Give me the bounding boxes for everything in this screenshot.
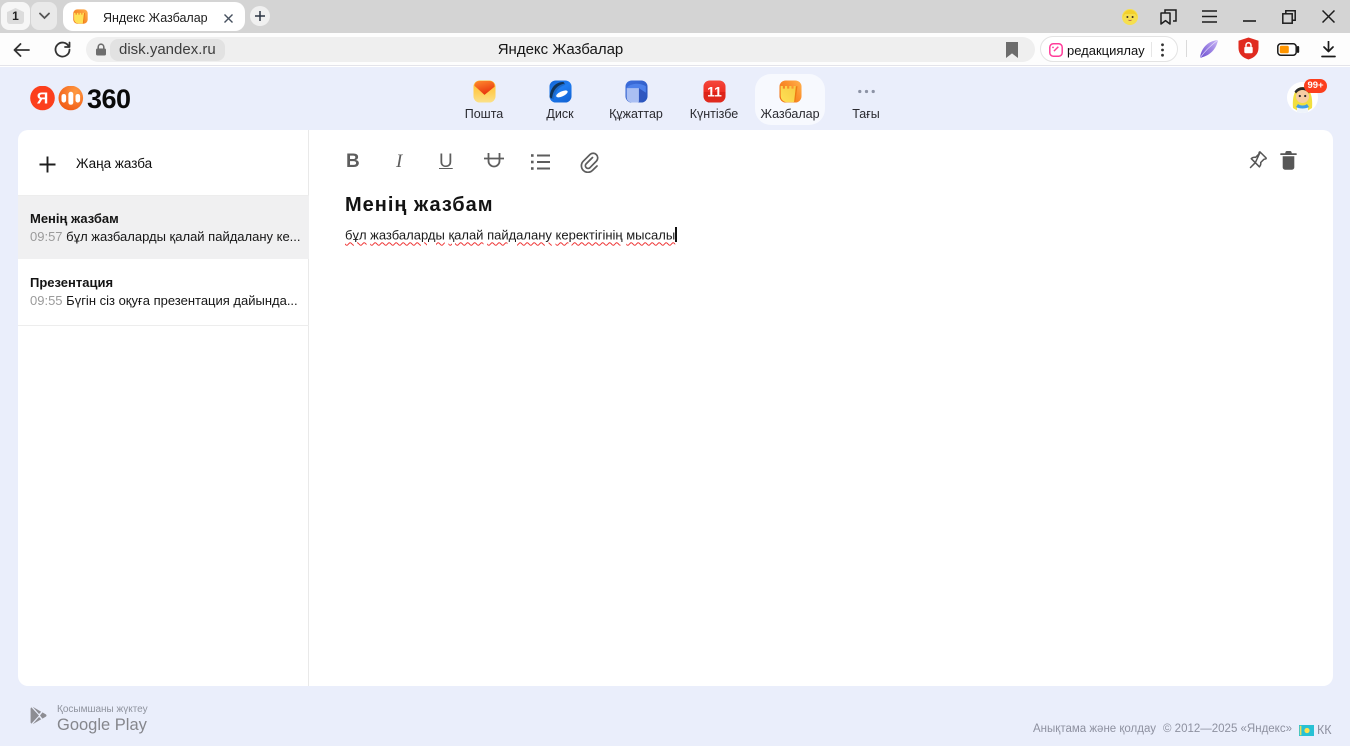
svg-text:11: 11 [707, 83, 722, 99]
svg-text:Я: Я [37, 90, 49, 107]
